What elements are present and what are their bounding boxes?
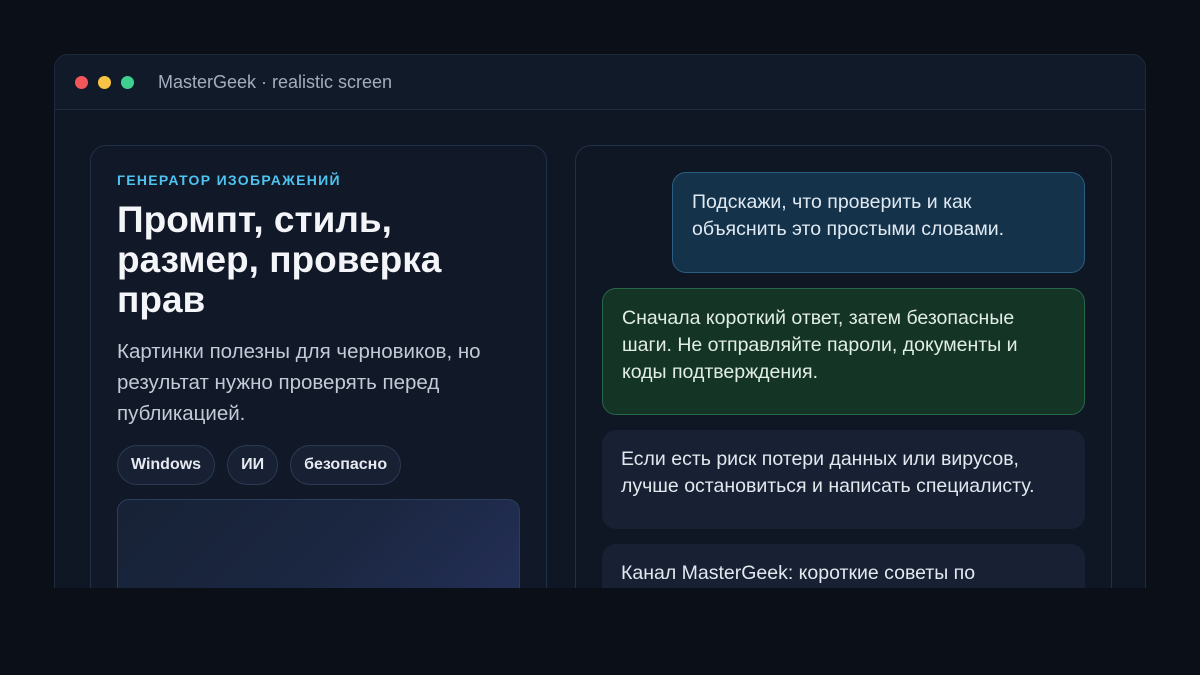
lead-text: Картинки полезны для черновиков, но резу… bbox=[117, 340, 481, 425]
assistant-message-warning: Если есть риск потери данных или вирусов… bbox=[602, 430, 1085, 529]
page-title: Промпт, стиль, размер, проверка прав bbox=[117, 199, 442, 320]
tag-ai[interactable]: ИИ bbox=[227, 445, 279, 485]
section-eyebrow: ГЕНЕРАТОР ИЗОБРАЖЕНИЙ bbox=[117, 172, 341, 188]
title-bar: MasterGeek · realistic screen bbox=[55, 55, 1145, 110]
close-window-button[interactable] bbox=[75, 75, 88, 89]
tag-windows[interactable]: Windows bbox=[117, 445, 216, 485]
page-bottom-area bbox=[0, 588, 1200, 675]
tag-list: Windows ИИ безопасно bbox=[117, 445, 520, 485]
app-window: MasterGeek · realistic screen ГЕНЕРАТОР … bbox=[54, 54, 1146, 614]
tag-safe[interactable]: безопасно bbox=[290, 445, 402, 485]
window-title: MasterGeek · realistic screen bbox=[158, 71, 393, 92]
maximize-window-button[interactable] bbox=[121, 75, 134, 89]
chat-panel: Подскажи, что проверить и как объяснить … bbox=[575, 145, 1112, 613]
image-generator-card: ГЕНЕРАТОР ИЗОБРАЖЕНИЙ Промпт, стиль, раз… bbox=[90, 145, 547, 613]
assistant-message-answer: Сначала короткий ответ, затем безопасные… bbox=[602, 288, 1085, 415]
minimize-window-button[interactable] bbox=[98, 75, 111, 89]
user-message: Подскажи, что проверить и как объяснить … bbox=[672, 172, 1085, 273]
